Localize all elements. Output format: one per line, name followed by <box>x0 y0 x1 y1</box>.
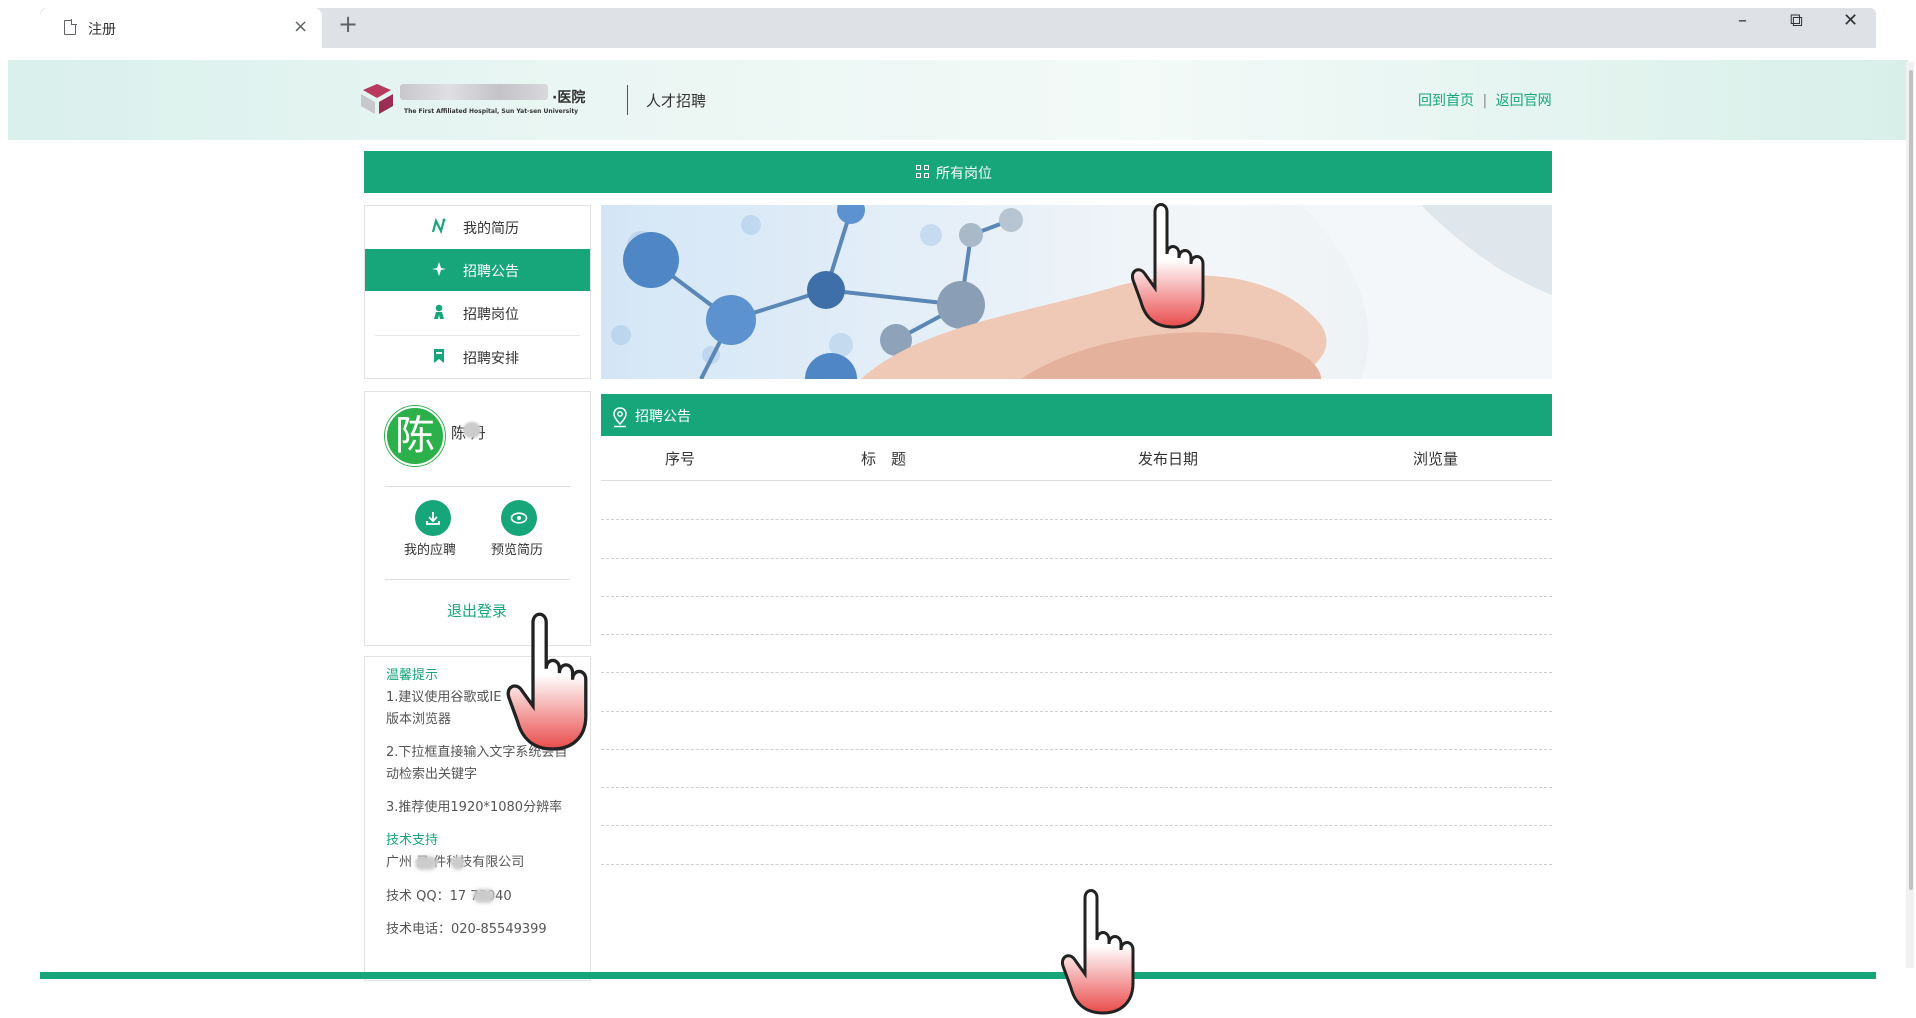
browser-tab[interactable]: 注册 × <box>40 8 322 48</box>
tab-title: 注册 <box>88 22 116 38</box>
nav-item-announcements[interactable]: 招聘公告 <box>365 249 590 291</box>
table-row <box>601 519 1552 520</box>
preview-resume-label[interactable]: 预览简历 <box>491 539 543 558</box>
tip-line: 1.建议使用谷歌或IE <box>386 690 502 705</box>
logo-name-blurred <box>400 84 548 100</box>
star-icon <box>431 261 447 281</box>
tab-close-button[interactable]: × <box>293 16 308 37</box>
browser-tabstrip: 注册 × + – ⧉ ✕ <box>0 0 1916 50</box>
preview-resume-button[interactable] <box>501 500 537 536</box>
document-icon <box>64 19 77 35</box>
hand-cursor-icon <box>1060 889 1135 1015</box>
banner-image <box>601 205 1552 379</box>
restore-button[interactable]: ⧉ <box>1790 10 1803 31</box>
column-header: 浏览量 <box>1413 450 1459 468</box>
hospital-english-name: The First Affiliated Hospital, Sun Yat-s… <box>404 108 579 115</box>
tips-title: 温馨提示 <box>386 668 439 683</box>
table-row <box>601 787 1552 788</box>
card-divider <box>385 486 570 487</box>
table-row <box>601 864 1552 865</box>
nav-label: 招聘公告 <box>463 264 519 280</box>
nav-item-positions[interactable]: 招聘岗位 <box>365 292 590 334</box>
grid-icon <box>916 165 930 179</box>
hand-cursor-icon <box>1130 203 1205 329</box>
my-applications-button[interactable] <box>415 500 451 536</box>
nav-label: 招聘岗位 <box>463 307 519 323</box>
table-row <box>601 634 1552 635</box>
tip-line: 3.推荐使用1920*1080分辨率 <box>386 800 563 815</box>
site-header <box>8 60 1908 140</box>
header-divider <box>627 85 628 115</box>
link-separator: | <box>1482 93 1488 109</box>
table-row <box>601 711 1552 712</box>
download-icon <box>426 512 440 525</box>
side-nav: 我的简历 招聘公告 招聘岗位 招聘安排 <box>364 205 591 379</box>
banner-illustration <box>611 205 1552 379</box>
nav-label: 招聘安排 <box>463 351 519 367</box>
card-divider <box>385 579 570 580</box>
page-title: 人才招聘 <box>646 92 707 110</box>
announcement-table-header: 序号 标 题 发布日期 浏览量 <box>601 436 1552 481</box>
table-row <box>601 825 1552 826</box>
footer-strip <box>40 972 1876 979</box>
avatar: 陈 <box>385 406 445 466</box>
official-site-link[interactable]: 返回官网 <box>1496 93 1552 109</box>
nav-item-my-resume[interactable]: 我的简历 <box>365 206 590 248</box>
scrollbar-thumb[interactable] <box>1909 70 1913 890</box>
close-window-button[interactable]: ✕ <box>1843 10 1858 31</box>
minimize-button[interactable]: – <box>1738 10 1747 31</box>
name-blur <box>463 422 481 438</box>
column-header: 序号 <box>665 450 696 468</box>
home-link[interactable]: 回到首页 <box>1418 93 1474 109</box>
blur-spot <box>451 856 465 870</box>
column-header: 发布日期 <box>1138 450 1199 468</box>
table-row <box>601 672 1552 673</box>
blur-spot <box>415 856 437 870</box>
table-row <box>601 558 1552 559</box>
person-icon <box>431 304 447 324</box>
new-tab-button[interactable]: + <box>338 10 358 38</box>
location-pin-icon <box>613 407 627 428</box>
column-header: 标 题 <box>861 450 907 468</box>
hospital-logo-icon <box>361 84 393 114</box>
support-phone: 技术电话：020-85549399 <box>386 922 547 937</box>
resume-icon <box>431 217 447 238</box>
announcement-bar: 招聘公告 <box>601 394 1552 436</box>
announcement-title: 招聘公告 <box>635 409 691 425</box>
hospital-name-suffix: ·医院 <box>552 90 586 106</box>
logout-link[interactable]: 退出登录 <box>447 600 507 621</box>
table-row <box>601 596 1552 597</box>
support-title: 技术支持 <box>386 833 439 848</box>
all-positions-bar[interactable]: 所有岗位 <box>364 151 1552 193</box>
blur-spot <box>473 889 495 903</box>
table-row <box>601 749 1552 750</box>
nav-item-schedule[interactable]: 招聘安排 <box>365 336 590 378</box>
tip-line: 动检索出关键字 <box>386 767 478 782</box>
tip-line: 版本浏览器 <box>386 712 452 727</box>
header-links: 回到首页 | 返回官网 <box>1418 90 1552 110</box>
eye-icon <box>510 512 528 524</box>
all-positions-label: 所有岗位 <box>936 166 992 182</box>
bookmark-icon <box>431 348 447 368</box>
nav-label: 我的简历 <box>463 221 519 237</box>
hand-cursor-icon <box>506 612 588 751</box>
my-applications-label[interactable]: 我的应聘 <box>404 539 456 558</box>
